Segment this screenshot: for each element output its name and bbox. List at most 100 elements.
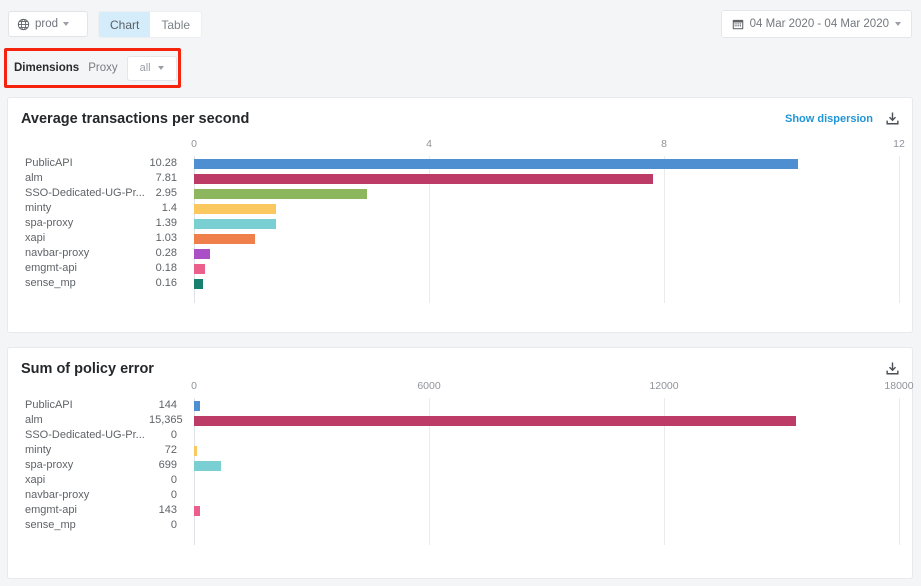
proxy-select-value: all	[140, 62, 151, 74]
bar-category-label: alm	[25, 171, 149, 186]
bar-track	[194, 518, 899, 533]
show-dispersion-link[interactable]: Show dispersion	[785, 113, 873, 125]
bar-row[interactable]: minty1.4	[25, 201, 899, 216]
page-title: Average transactions per second	[21, 111, 249, 127]
dimensions-row: Dimensions Proxy all Select proxy 1 - 9 …	[0, 46, 921, 91]
bar-value-label: 143	[149, 503, 177, 518]
bar-row[interactable]: emgmt-api143	[25, 503, 899, 518]
download-icon[interactable]	[885, 111, 900, 126]
bar-value-label: 0	[149, 473, 177, 488]
bar[interactable]	[194, 279, 203, 289]
bar-track	[194, 171, 899, 186]
x-axis-tick: 12	[893, 138, 905, 150]
card-actions	[885, 361, 900, 376]
bar-value-label: 15,365	[149, 413, 177, 428]
bar-row[interactable]: PublicAPI144	[25, 398, 899, 413]
x-axis-tick: 4	[426, 138, 432, 150]
bar-category-label: navbar-proxy	[25, 488, 149, 503]
bar[interactable]	[194, 159, 798, 169]
bar-value-label: 7.81	[149, 171, 177, 186]
bar-value-label: 1.4	[149, 201, 177, 216]
bar[interactable]	[194, 249, 210, 259]
dimensions-title: Dimensions	[14, 62, 79, 74]
x-axis-tick: 12000	[649, 380, 678, 392]
bar-chart-average-transactions: 04812PublicAPI10.28alm7.81SSO-Dedicated-…	[8, 138, 912, 303]
bar-track	[194, 428, 899, 443]
proxy-select[interactable]: all	[127, 56, 177, 81]
bar-category-label: emgmt-api	[25, 503, 149, 518]
bar-value-label: 10.28	[149, 156, 177, 171]
environment-selector[interactable]: prod	[8, 11, 88, 37]
bar-category-label: navbar-proxy	[25, 246, 149, 261]
x-axis-tick: 0	[191, 380, 197, 392]
bar-row[interactable]: alm7.81	[25, 171, 899, 186]
bar-category-label: spa-proxy	[25, 458, 149, 473]
bar-row[interactable]: sense_mp0.16	[25, 276, 899, 291]
bar[interactable]	[194, 204, 276, 214]
bar-category-label: sense_mp	[25, 276, 149, 291]
bar[interactable]	[194, 416, 796, 426]
bar-row[interactable]: PublicAPI10.28	[25, 156, 899, 171]
bar-chart-policy-error: 0 6000 12000 18000 PublicAPI144alm15,365SSO-…	[8, 380, 912, 545]
bar[interactable]	[194, 189, 367, 199]
x-axis-tick: 18000	[884, 380, 913, 392]
bar[interactable]	[194, 401, 200, 411]
bar-row[interactable]: spa-proxy1.39	[25, 216, 899, 231]
bar-row[interactable]: minty72	[25, 443, 899, 458]
bar-track	[194, 398, 899, 413]
bar-value-label: 0	[149, 428, 177, 443]
bar-category-label: SSO-Dedicated-UG-Pr...	[25, 428, 149, 443]
plot-area: PublicAPI10.28alm7.81SSO-Dedicated-UG-Pr…	[25, 156, 899, 303]
bar-value-label: 144	[149, 398, 177, 413]
bar-category-label: spa-proxy	[25, 216, 149, 231]
bar-category-label: alm	[25, 413, 149, 428]
bar[interactable]	[194, 461, 221, 471]
card-actions: Show dispersion	[785, 111, 900, 126]
calendar-icon	[732, 18, 744, 30]
bar-row[interactable]: spa-proxy699	[25, 458, 899, 473]
bar[interactable]	[194, 174, 653, 184]
bar-row[interactable]: emgmt-api0.18	[25, 261, 899, 276]
bar-row[interactable]: navbar-proxy0.28	[25, 246, 899, 261]
bar-category-label: sense_mp	[25, 518, 149, 533]
bar-category-label: xapi	[25, 231, 149, 246]
bar[interactable]	[194, 506, 200, 516]
bar-category-label: minty	[25, 201, 149, 216]
x-axis: 060001200018000	[25, 380, 899, 398]
bar-category-label: emgmt-api	[25, 261, 149, 276]
bar-value-label: 0	[149, 488, 177, 503]
x-axis: 04812	[25, 138, 899, 156]
tab-table[interactable]: Table	[150, 12, 201, 37]
view-mode-tabs: Chart Table	[98, 11, 202, 38]
bar-category-label: PublicAPI	[25, 398, 149, 413]
tab-chart[interactable]: Chart	[99, 12, 150, 37]
bar-track	[194, 216, 899, 231]
bar-row[interactable]: alm15,365	[25, 413, 899, 428]
date-range-picker[interactable]: 04 Mar 2020 - 04 Mar 2020	[721, 10, 912, 38]
page-title: Sum of policy error	[21, 361, 154, 377]
bar[interactable]	[194, 219, 276, 229]
bar[interactable]	[194, 446, 197, 456]
bar-value-label: 2.95	[149, 186, 177, 201]
dimensions-filter-group: Dimensions Proxy all	[4, 48, 181, 88]
bar-track	[194, 246, 899, 261]
bar-track	[194, 488, 899, 503]
bar-track	[194, 276, 899, 291]
bar[interactable]	[194, 264, 205, 274]
environment-label: prod	[35, 18, 58, 30]
download-icon[interactable]	[885, 361, 900, 376]
bar[interactable]	[194, 234, 255, 244]
dimension-facet-label: Proxy	[88, 62, 117, 74]
x-axis-tick: 6000	[417, 380, 440, 392]
chart-card-average-transactions: Average transactions per second Show dis…	[7, 97, 913, 333]
bar-row[interactable]: xapi0	[25, 473, 899, 488]
bar-row[interactable]: SSO-Dedicated-UG-Pr...0	[25, 428, 899, 443]
bar-row[interactable]: xapi1.03	[25, 231, 899, 246]
bar-row[interactable]: navbar-proxy0	[25, 488, 899, 503]
bar-value-label: 0.28	[149, 246, 177, 261]
x-axis-tick: 0	[191, 138, 197, 150]
bar-row[interactable]: sense_mp0	[25, 518, 899, 533]
date-range-label: 04 Mar 2020 - 04 Mar 2020	[750, 18, 889, 30]
bar-value-label: 72	[149, 443, 177, 458]
bar-row[interactable]: SSO-Dedicated-UG-Pr...2.95	[25, 186, 899, 201]
